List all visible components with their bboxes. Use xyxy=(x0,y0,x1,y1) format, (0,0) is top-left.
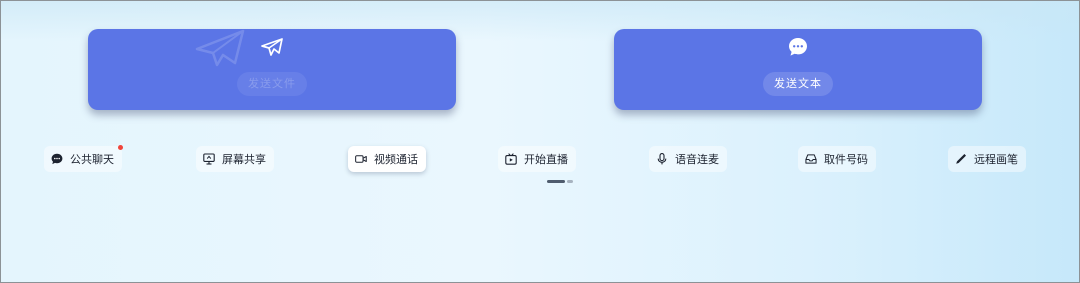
screen-share-button[interactable]: 屏幕共享 xyxy=(196,146,274,172)
remote-pen-label: 远程画笔 xyxy=(974,153,1018,166)
send-text-button[interactable]: 发送文本 xyxy=(763,72,833,96)
screen-share-label: 屏幕共享 xyxy=(222,153,266,166)
paper-plane-icon xyxy=(261,36,283,58)
paper-plane-watermark-icon xyxy=(195,29,245,67)
monitor-share-icon xyxy=(203,153,215,165)
remote-pen-button[interactable]: 远程画笔 xyxy=(948,146,1026,172)
send-text-card[interactable]: 发送文本 xyxy=(614,29,982,110)
start-live-label: 开始直播 xyxy=(524,153,568,166)
page-dot-active[interactable] xyxy=(547,180,565,183)
page-indicator[interactable] xyxy=(547,180,573,183)
video-camera-icon xyxy=(355,153,367,165)
public-chat-button[interactable]: 公共聊天 xyxy=(44,145,123,172)
notification-badge xyxy=(118,145,123,150)
send-file-card[interactable]: 发送文件 xyxy=(88,29,456,110)
page-dot[interactable] xyxy=(567,180,573,183)
inbox-tray-icon xyxy=(805,153,817,165)
app-window: 发送文件 发送文本 公共聊天 屏幕共享 视频通话 开始直播 语音连麦 取件号码 … xyxy=(0,0,1080,283)
chat-bubble-icon xyxy=(787,36,809,58)
public-chat-label: 公共聊天 xyxy=(70,153,114,166)
pen-icon xyxy=(955,153,967,165)
live-tv-icon xyxy=(505,153,517,165)
microphone-icon xyxy=(656,153,668,165)
chat-bubble-icon xyxy=(51,153,63,165)
voice-link-label: 语音连麦 xyxy=(675,153,719,166)
video-call-button[interactable]: 视频通话 xyxy=(348,146,426,172)
video-call-label: 视频通话 xyxy=(374,153,418,166)
voice-link-button[interactable]: 语音连麦 xyxy=(649,146,727,172)
pickup-code-label: 取件号码 xyxy=(824,153,868,166)
start-live-button[interactable]: 开始直播 xyxy=(498,146,576,172)
pickup-code-button[interactable]: 取件号码 xyxy=(798,146,876,172)
send-file-button[interactable]: 发送文件 xyxy=(237,72,307,96)
